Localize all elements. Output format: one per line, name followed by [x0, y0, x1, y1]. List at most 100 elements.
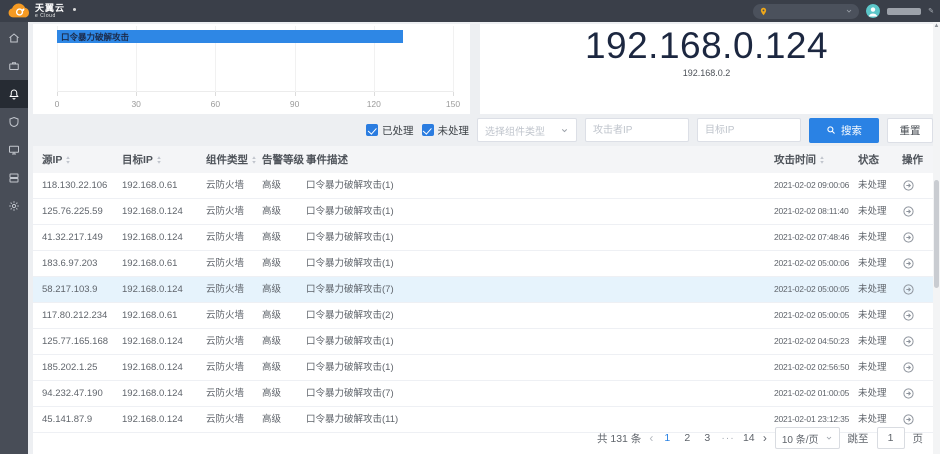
cell-component: 云防火墙	[197, 251, 253, 276]
page-size-label: 10 条/页	[782, 431, 819, 446]
column-header: 状态	[849, 146, 893, 173]
prev-page-button[interactable]: ‹	[649, 432, 653, 444]
reset-button[interactable]: 重置	[887, 118, 933, 143]
sidebar-item-home[interactable]	[0, 24, 28, 52]
bar-chart-plot: 0306090120150口令暴力破解攻击	[57, 26, 453, 92]
view-detail-arrow-icon[interactable]	[902, 179, 915, 192]
table-row[interactable]: 125.77.165.168192.168.0.124云防火墙高级口令暴力破解攻…	[33, 329, 933, 355]
search-button[interactable]: 搜索	[809, 118, 879, 143]
cell-component: 云防火墙	[197, 173, 253, 198]
scrollbar-up-arrow-icon[interactable]: ▲	[933, 23, 940, 29]
home-icon	[8, 32, 20, 44]
sidebar-item-gear[interactable]	[0, 192, 28, 220]
page-scrollbar[interactable]: ▲	[933, 22, 940, 454]
view-detail-arrow-icon[interactable]	[902, 283, 915, 296]
cell-operation	[893, 251, 933, 276]
primary-ip-value: 192.168.0.124	[480, 25, 933, 68]
sidebar-item-server[interactable]	[0, 164, 28, 192]
table-row[interactable]: 185.202.1.25192.168.0.124云防火墙高级口令暴力破解攻击(…	[33, 355, 933, 381]
next-page-button[interactable]: ›	[763, 432, 767, 444]
chevron-down-icon	[825, 434, 833, 442]
table-row[interactable]: 94.232.47.190192.168.0.124云防火墙高级口令暴力破解攻击…	[33, 381, 933, 407]
chart-bar-label: 口令暴力破解攻击	[61, 31, 129, 43]
column-header: 事件描述	[297, 146, 765, 173]
cell-level: 高级	[253, 303, 297, 328]
page-number[interactable]: 1	[661, 432, 673, 444]
checkbox-checked-icon	[366, 124, 378, 136]
page-number[interactable]: 3	[701, 432, 713, 444]
table-row[interactable]: 118.130.22.106192.168.0.61云防火墙高级口令暴力破解攻击…	[33, 173, 933, 199]
cell-source_ip: 41.32.217.149	[33, 225, 113, 250]
cell-time: 2021-02-02 05:00:06	[765, 251, 849, 276]
filter-checkbox-unprocessed[interactable]: 未处理	[422, 123, 470, 138]
filter-bar: 已处理未处理 选择组件类型 搜索 重置	[33, 114, 933, 146]
component-type-select[interactable]: 选择组件类型	[477, 118, 577, 142]
column-label: 操作	[902, 152, 923, 167]
chart-tick-label: 120	[367, 99, 381, 109]
cell-target_ip: 192.168.0.124	[113, 381, 197, 406]
search-icon	[826, 125, 836, 135]
cell-operation	[893, 225, 933, 250]
cell-status: 未处理	[849, 225, 893, 250]
cell-operation	[893, 277, 933, 302]
filter-checkbox-processed[interactable]: 已处理	[366, 123, 414, 138]
location-pin-icon	[759, 7, 768, 16]
region-selector[interactable]	[753, 4, 859, 19]
brand-dot	[73, 8, 76, 11]
view-detail-arrow-icon[interactable]	[902, 309, 915, 322]
table-row[interactable]: 58.217.103.9192.168.0.124云防火墙高级口令暴力破解攻击(…	[33, 277, 933, 303]
column-header[interactable]: 组件类型	[197, 146, 253, 173]
cell-event: 口令暴力破解攻击(7)	[297, 277, 765, 302]
sidebar-item-briefcase[interactable]	[0, 52, 28, 80]
page-number[interactable]: 14	[743, 432, 755, 444]
page-ellipsis: ···	[721, 432, 735, 444]
view-detail-arrow-icon[interactable]	[902, 231, 915, 244]
sort-icon[interactable]	[156, 155, 162, 165]
chart-bar[interactable]: 口令暴力破解攻击	[57, 30, 403, 43]
chart-tick-label: 0	[55, 99, 60, 109]
top-navbar: 天翼云 e Cloud ✎	[0, 0, 940, 22]
table-header: 源IP目标IP组件类型告警等级事件描述攻击时间状态操作	[33, 146, 933, 173]
cell-status: 未处理	[849, 381, 893, 406]
cell-target_ip: 192.168.0.124	[113, 407, 197, 432]
brand-logo[interactable]: 天翼云 e Cloud	[6, 3, 76, 20]
view-detail-arrow-icon[interactable]	[902, 387, 915, 400]
cell-event: 口令暴力破解攻击(1)	[297, 199, 765, 224]
page-size-select[interactable]: 10 条/页	[775, 427, 840, 449]
table-row[interactable]: 183.6.97.203192.168.0.61云防火墙高级口令暴力破解攻击(1…	[33, 251, 933, 277]
user-avatar[interactable]	[866, 4, 880, 18]
table-row[interactable]: 117.80.212.234192.168.0.61云防火墙高级口令暴力破解攻击…	[33, 303, 933, 329]
column-header: 告警等级	[253, 146, 297, 173]
view-detail-arrow-icon[interactable]	[902, 257, 915, 270]
sidebar-item-shield[interactable]	[0, 108, 28, 136]
table-row[interactable]: 41.32.217.149192.168.0.124云防火墙高级口令暴力破解攻击…	[33, 225, 933, 251]
scrollbar-thumb[interactable]	[934, 180, 939, 288]
table-row[interactable]: 125.76.225.59192.168.0.124云防火墙高级口令暴力破解攻击…	[33, 199, 933, 225]
view-detail-arrow-icon[interactable]	[902, 205, 915, 218]
sort-icon[interactable]	[819, 155, 825, 165]
sidebar-item-bell[interactable]	[0, 80, 28, 108]
server-icon	[8, 172, 20, 184]
jump-page-input[interactable]	[877, 427, 905, 449]
gear-icon	[8, 200, 20, 212]
cell-target_ip: 192.168.0.61	[113, 251, 197, 276]
page-number[interactable]: 2	[681, 432, 693, 444]
sort-icon[interactable]	[65, 155, 71, 165]
component-type-placeholder: 选择组件类型	[485, 123, 545, 138]
column-header[interactable]: 源IP	[33, 146, 113, 173]
username-masked[interactable]	[887, 8, 921, 15]
target-ip-input[interactable]	[697, 118, 801, 142]
top-attacked-ip-panel: 192.168.0.124 192.168.0.2	[480, 24, 933, 114]
cell-target_ip: 192.168.0.61	[113, 303, 197, 328]
cell-level: 高级	[253, 329, 297, 354]
view-detail-arrow-icon[interactable]	[902, 335, 915, 348]
attacker-ip-input[interactable]	[585, 118, 689, 142]
column-header[interactable]: 目标IP	[113, 146, 197, 173]
column-header[interactable]: 攻击时间	[765, 146, 849, 173]
pagination-total: 共 131 条	[597, 431, 641, 446]
cell-target_ip: 192.168.0.124	[113, 225, 197, 250]
sidebar-item-monitor[interactable]	[0, 136, 28, 164]
view-detail-arrow-icon[interactable]	[902, 413, 915, 426]
cell-target_ip: 192.168.0.61	[113, 173, 197, 198]
view-detail-arrow-icon[interactable]	[902, 361, 915, 374]
